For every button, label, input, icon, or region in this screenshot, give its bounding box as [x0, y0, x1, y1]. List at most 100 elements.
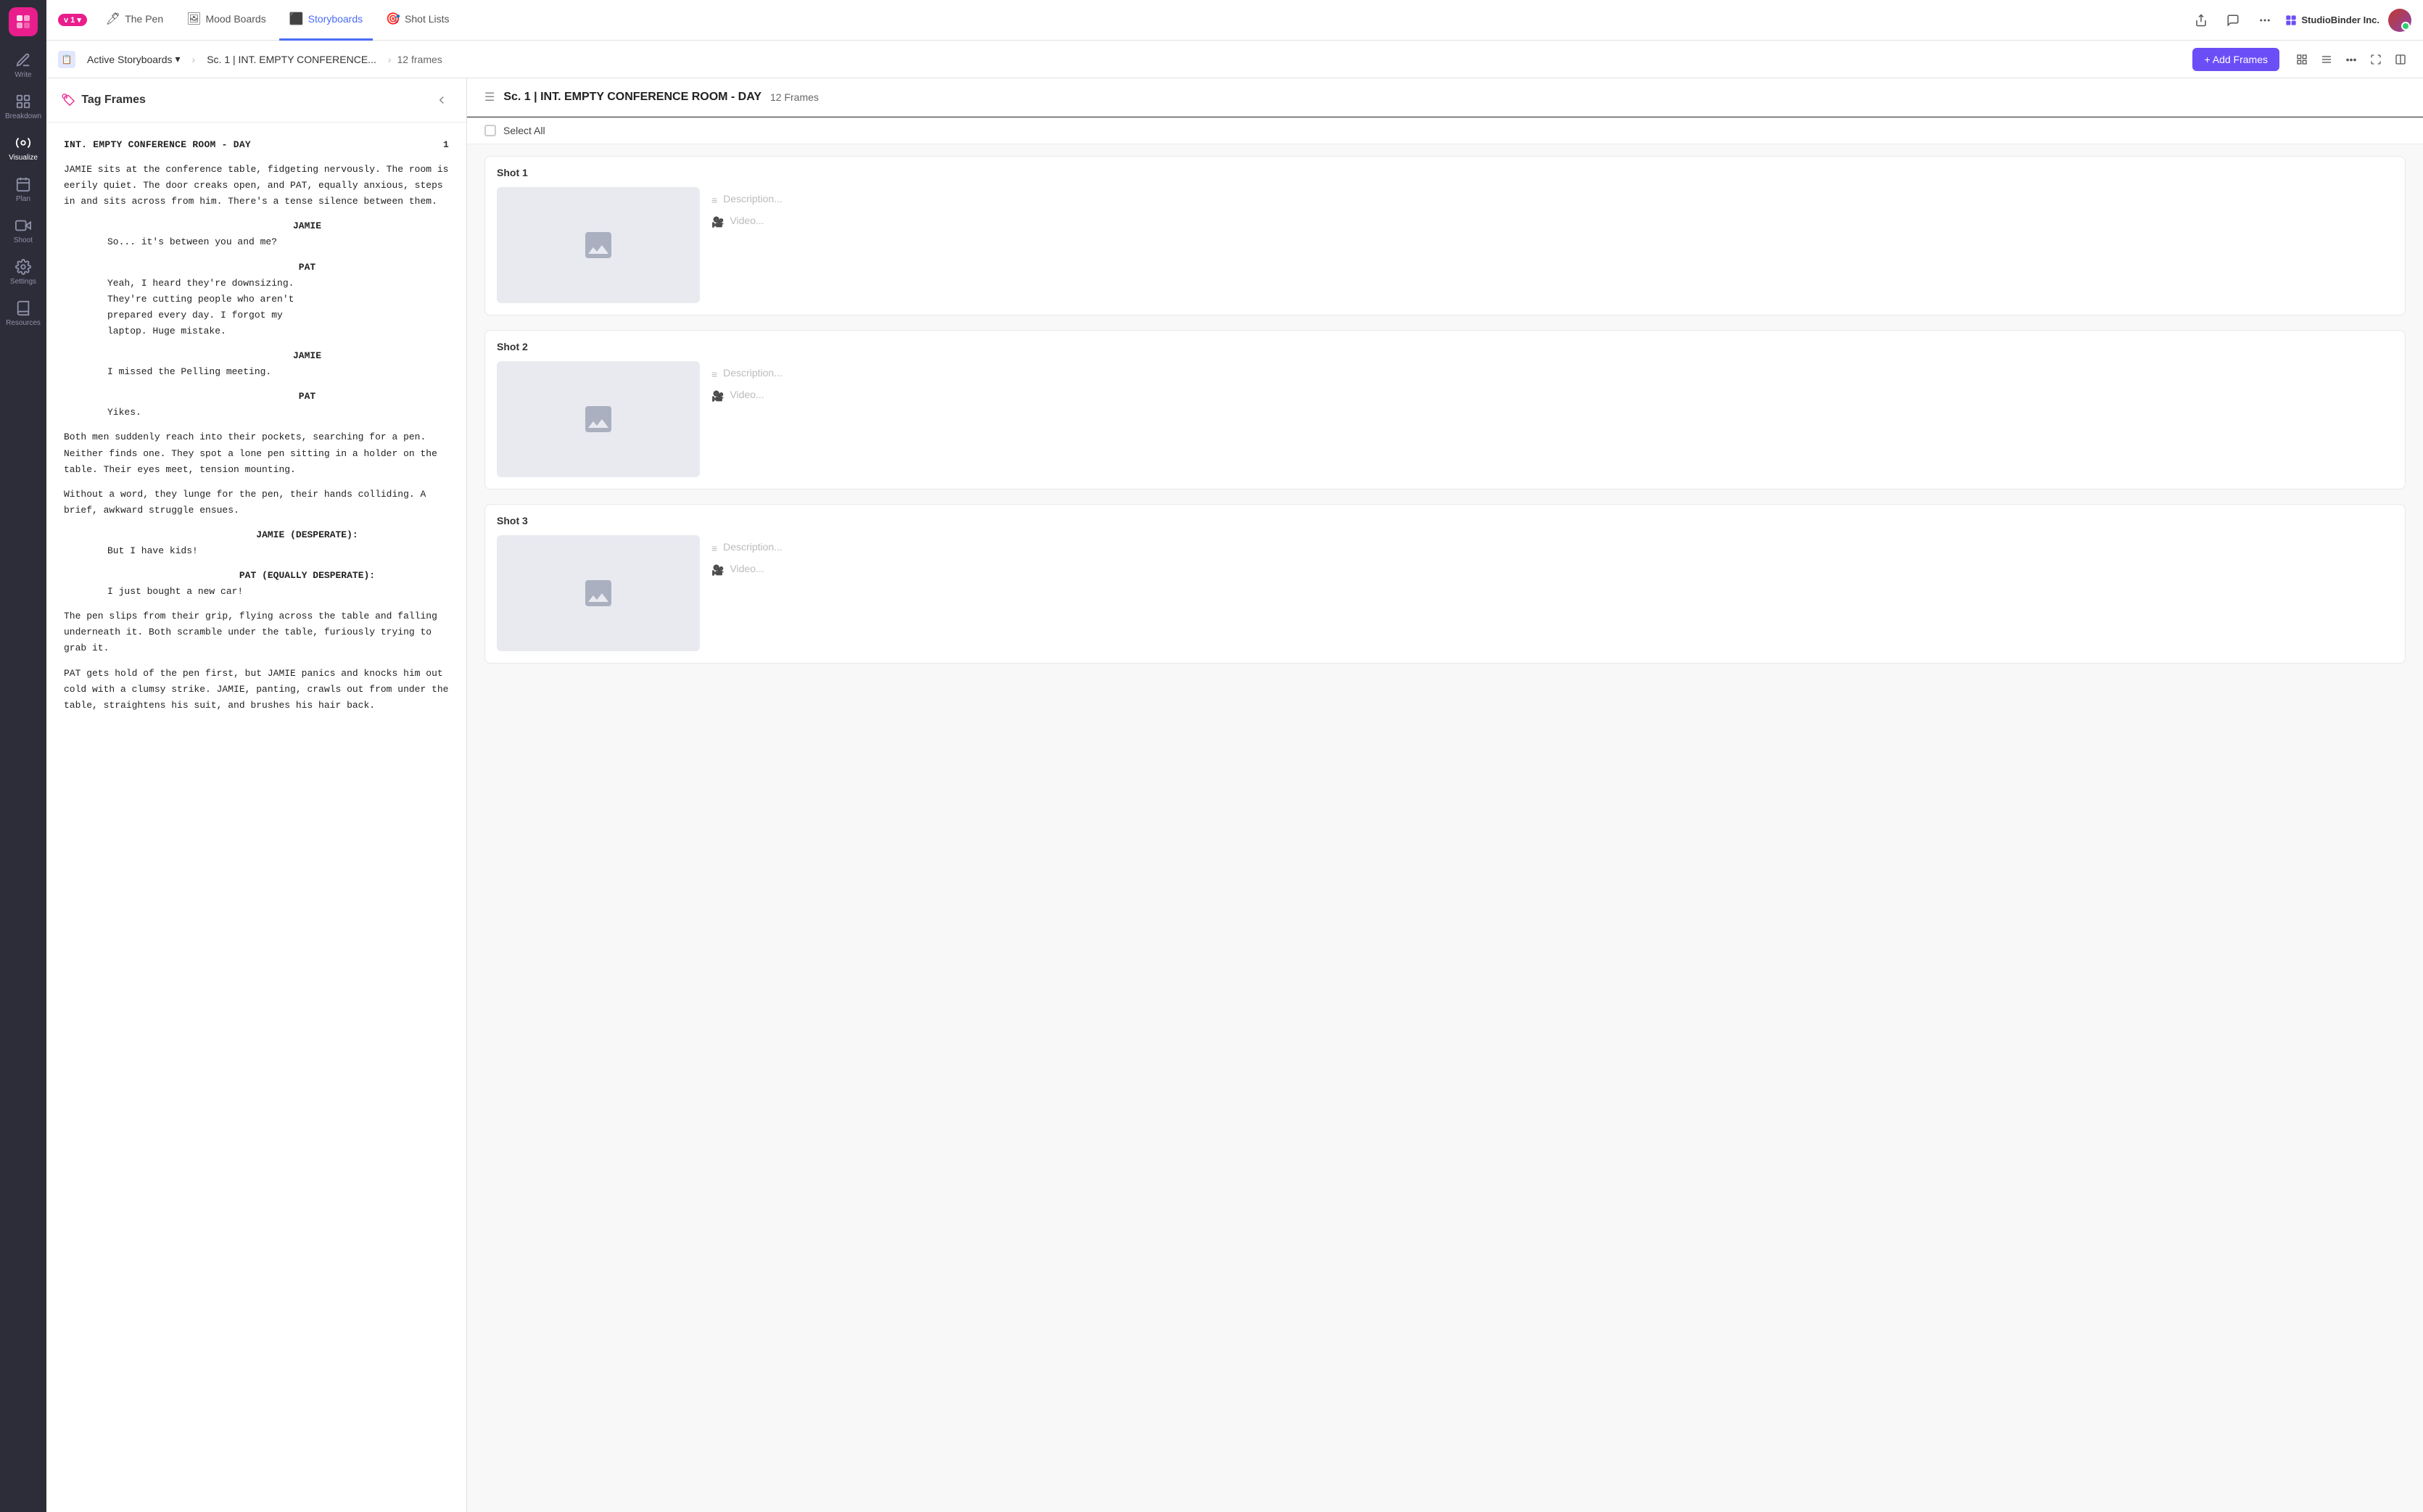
- shot-3-body: ≡ Description... 🎥 Video...: [485, 526, 2405, 663]
- mood-boards-icon: 🖼: [186, 12, 201, 26]
- chevron-down-icon: ▾: [176, 53, 181, 65]
- tab-storyboards-label: Storyboards: [308, 13, 363, 25]
- character-jamie-1: JAMIE: [165, 218, 449, 234]
- studio-label: StudioBinder Inc.: [2301, 15, 2379, 25]
- sidebar-item-settings[interactable]: Settings: [0, 252, 46, 293]
- breadcrumb-separator-2: ›: [388, 54, 392, 65]
- script-panel-title: 🏷 Tag Frames: [61, 93, 146, 107]
- collapse-panel-button[interactable]: [432, 90, 452, 110]
- character-pat-desperate: PAT (EQUALLY DESPERATE):: [165, 568, 449, 584]
- tab-mood-boards[interactable]: 🖼 Mood Boards: [176, 0, 276, 41]
- sidebar-item-visualize[interactable]: Visualize: [0, 128, 46, 169]
- grid-view-button[interactable]: [2291, 49, 2313, 70]
- select-all-checkbox[interactable]: [484, 125, 496, 136]
- sidebar-settings-label: Settings: [10, 278, 36, 286]
- list-view-button[interactable]: [2316, 49, 2337, 70]
- shot-2-thumbnail[interactable]: [497, 361, 700, 477]
- dialogue-block-5: JAMIE (DESPERATE): But I have kids!: [64, 527, 449, 559]
- description-icon: ≡: [711, 194, 717, 206]
- tab-the-pen-label: The Pen: [125, 13, 163, 25]
- shot-3-meta: ≡ Description... 🎥 Video...: [711, 535, 783, 651]
- frames-list-icon: ☰: [484, 90, 495, 104]
- breadcrumb-icon: 📋: [58, 51, 75, 68]
- character-jamie-2: JAMIE: [165, 348, 449, 364]
- action-line-1: JAMIE sits at the conference table, fidg…: [64, 162, 449, 210]
- tab-shot-lists[interactable]: 🎯 Shot Lists: [376, 0, 459, 41]
- share-button[interactable]: [2189, 9, 2213, 32]
- scene-heading: INT. EMPTY CONFERENCE ROOM - DAY 1: [64, 137, 449, 153]
- description-icon-3: ≡: [711, 542, 717, 554]
- character-pat-1: PAT: [165, 260, 449, 276]
- pat-line-1: Yeah, I heard they're downsizing.They're…: [107, 276, 449, 339]
- shot-2-video[interactable]: 🎥 Video...: [711, 389, 783, 402]
- sidebar: Write Breakdown Visualize Plan Shoot Set…: [0, 0, 46, 1512]
- tab-shot-lists-label: Shot Lists: [405, 13, 449, 25]
- sidebar-item-shoot[interactable]: Shoot: [0, 210, 46, 252]
- shot-3-label: Shot 3: [485, 505, 2405, 526]
- more-view-button[interactable]: •••: [2340, 49, 2362, 70]
- action-line-4: The pen slips from their grip, flying ac…: [64, 608, 449, 656]
- shot-2-description[interactable]: ≡ Description...: [711, 367, 783, 380]
- shot-2-body: ≡ Description... 🎥 Video...: [485, 352, 2405, 489]
- frames-panel: ☰ Sc. 1 | INT. EMPTY CONFERENCE ROOM - D…: [467, 78, 2423, 1512]
- shot-1-thumbnail[interactable]: [497, 187, 700, 303]
- shot-card-2: Shot 2 ≡ Description...: [484, 330, 2406, 489]
- more-button[interactable]: [2253, 9, 2277, 32]
- shot-1-label: Shot 1: [485, 157, 2405, 178]
- shot-lists-icon: 🎯: [386, 12, 400, 26]
- tag-icon: 🏷: [61, 93, 75, 107]
- main-area: v 1 ▾ 🖊 The Pen 🖼 Mood Boards ⬛ Storyboa…: [46, 0, 2423, 1512]
- sidebar-item-write[interactable]: Write: [0, 45, 46, 86]
- breadcrumb-bar: 📋 Active Storyboards ▾ › Sc. 1 | INT. EM…: [46, 41, 2423, 78]
- add-frames-button[interactable]: + Add Frames: [2192, 48, 2279, 71]
- video-icon: 🎥: [711, 216, 724, 228]
- select-all-row: Select All: [467, 117, 2423, 144]
- pat-line-2: Yikes.: [107, 405, 449, 421]
- action-line-3: Without a word, they lunge for the pen, …: [64, 487, 449, 519]
- sidebar-breakdown-label: Breakdown: [5, 112, 41, 120]
- script-panel-header: 🏷 Tag Frames: [46, 78, 466, 123]
- breadcrumb-frames-count: 12 frames: [397, 54, 442, 65]
- sidebar-visualize-label: Visualize: [9, 154, 38, 162]
- app-logo[interactable]: [9, 7, 38, 36]
- columns-view-button[interactable]: [2390, 49, 2411, 70]
- sidebar-item-plan[interactable]: Plan: [0, 169, 46, 210]
- view-buttons: •••: [2291, 49, 2411, 70]
- tab-the-pen[interactable]: 🖊 The Pen: [96, 0, 173, 41]
- breadcrumb-separator: ›: [192, 54, 196, 65]
- content-area: 🏷 Tag Frames INT. EMPTY CONFERENCE ROOM …: [46, 78, 2423, 1512]
- description-icon-2: ≡: [711, 368, 717, 380]
- script-panel: 🏷 Tag Frames INT. EMPTY CONFERENCE ROOM …: [46, 78, 467, 1512]
- top-navigation: v 1 ▾ 🖊 The Pen 🖼 Mood Boards ⬛ Storyboa…: [46, 0, 2423, 41]
- user-avatar[interactable]: [2388, 9, 2411, 32]
- storyboards-icon: ⬛: [289, 12, 304, 26]
- frames-panel-header: ☰ Sc. 1 | INT. EMPTY CONFERENCE ROOM - D…: [467, 78, 2423, 117]
- dialogue-block-1: JAMIE So... it's between you and me?: [64, 218, 449, 250]
- breadcrumb-scene[interactable]: Sc. 1 | INT. EMPTY CONFERENCE...: [201, 51, 382, 68]
- nav-actions: StudioBinder Inc.: [2189, 9, 2411, 32]
- dialogue-block-2: PAT Yeah, I heard they're downsizing.The…: [64, 260, 449, 339]
- sidebar-write-label: Write: [15, 71, 31, 79]
- sidebar-item-breakdown[interactable]: Breakdown: [0, 86, 46, 128]
- sidebar-item-resources[interactable]: Resources: [0, 293, 46, 334]
- version-badge[interactable]: v 1 ▾: [58, 14, 87, 26]
- shot-1-video[interactable]: 🎥 Video...: [711, 215, 783, 228]
- comment-button[interactable]: [2221, 9, 2245, 32]
- video-icon-3: 🎥: [711, 564, 724, 577]
- shot-1-description[interactable]: ≡ Description...: [711, 193, 783, 206]
- pen-icon: 🖊: [106, 12, 120, 26]
- shot-card-3: Shot 3 ≡ Description...: [484, 504, 2406, 664]
- shot-3-video[interactable]: 🎥 Video...: [711, 563, 783, 577]
- frames-count: 12 Frames: [770, 91, 819, 103]
- shot-3-description[interactable]: ≡ Description...: [711, 541, 783, 554]
- shot-3-thumbnail[interactable]: [497, 535, 700, 651]
- character-pat-2: PAT: [165, 389, 449, 405]
- tab-mood-boards-label: Mood Boards: [205, 13, 265, 25]
- breadcrumb-active-section[interactable]: Active Storyboards ▾: [81, 50, 186, 68]
- fit-view-button[interactable]: [2365, 49, 2387, 70]
- frames-scene-title: Sc. 1 | INT. EMPTY CONFERENCE ROOM - DAY: [503, 91, 761, 104]
- pat-desperate-line: I just bought a new car!: [107, 584, 449, 600]
- select-all-label[interactable]: Select All: [503, 125, 545, 136]
- tab-storyboards[interactable]: ⬛ Storyboards: [279, 0, 373, 41]
- action-line-2: Both men suddenly reach into their pocke…: [64, 429, 449, 477]
